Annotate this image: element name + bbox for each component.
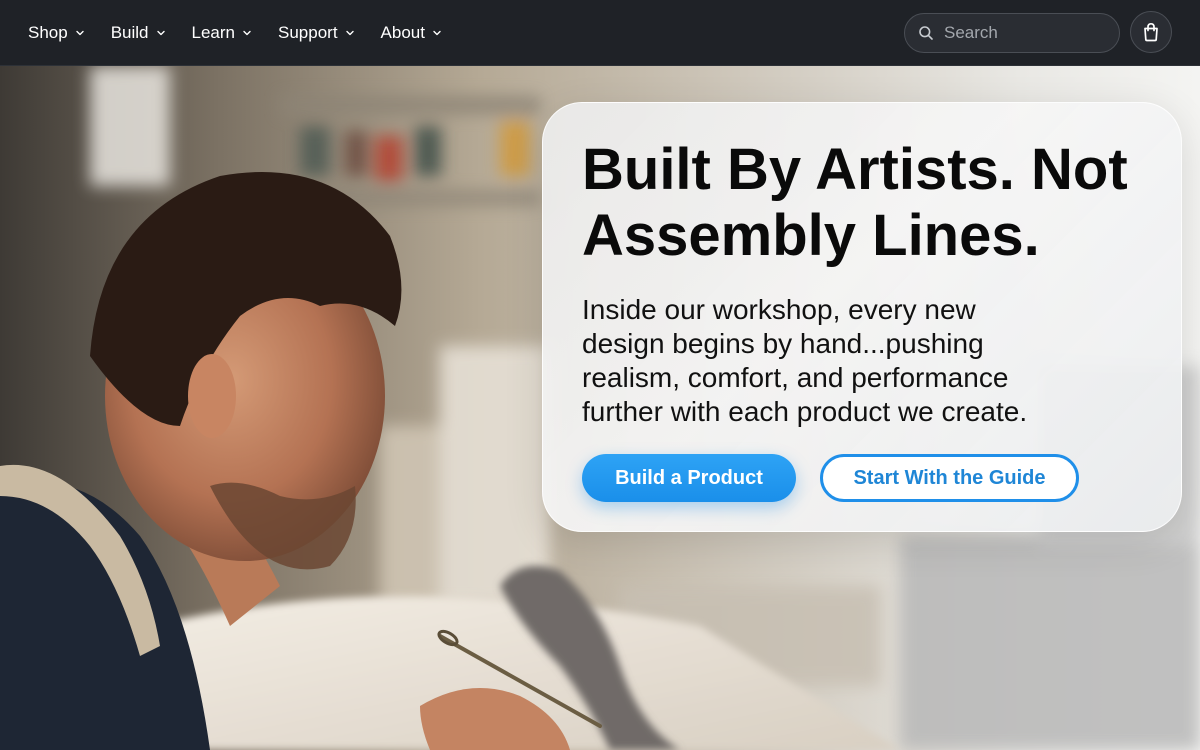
shopping-bag-icon xyxy=(1142,22,1160,42)
nav-item-learn[interactable]: Learn xyxy=(192,23,252,43)
hero-title: Built By Artists. Not Assembly Lines. xyxy=(582,137,1128,268)
cart-button[interactable] xyxy=(1130,11,1172,53)
nav-item-label: Shop xyxy=(28,22,68,42)
nav-item-support[interactable]: Support xyxy=(278,23,355,43)
hero-card: Built By Artists. Not Assembly Lines. In… xyxy=(542,102,1182,532)
hero-section: Built By Artists. Not Assembly Lines. In… xyxy=(0,66,1200,750)
nav-item-label: Learn xyxy=(191,22,235,42)
hero-description: Inside our workshop, every new design be… xyxy=(582,294,1028,427)
nav-item-label: About xyxy=(380,22,425,42)
chevron-down-icon xyxy=(75,28,85,38)
main-menu: Shop Build Learn Support About xyxy=(28,23,468,43)
start-guide-button[interactable]: Start With the Guide xyxy=(820,454,1079,502)
chevron-down-icon xyxy=(156,28,166,38)
nav-item-about[interactable]: About xyxy=(381,23,442,43)
nav-item-label: Build xyxy=(110,22,149,42)
chevron-down-icon xyxy=(432,28,442,38)
chevron-down-icon xyxy=(242,28,252,38)
search-input[interactable] xyxy=(944,23,1104,43)
top-navigation: Shop Build Learn Support About xyxy=(0,0,1200,66)
search-box[interactable] xyxy=(904,13,1120,53)
build-product-button[interactable]: Build a Product xyxy=(582,454,796,502)
nav-item-build[interactable]: Build xyxy=(111,23,166,43)
nav-item-label: Support xyxy=(278,22,338,42)
chevron-down-icon xyxy=(345,28,355,38)
search-icon xyxy=(918,25,934,41)
nav-item-shop[interactable]: Shop xyxy=(28,23,85,43)
